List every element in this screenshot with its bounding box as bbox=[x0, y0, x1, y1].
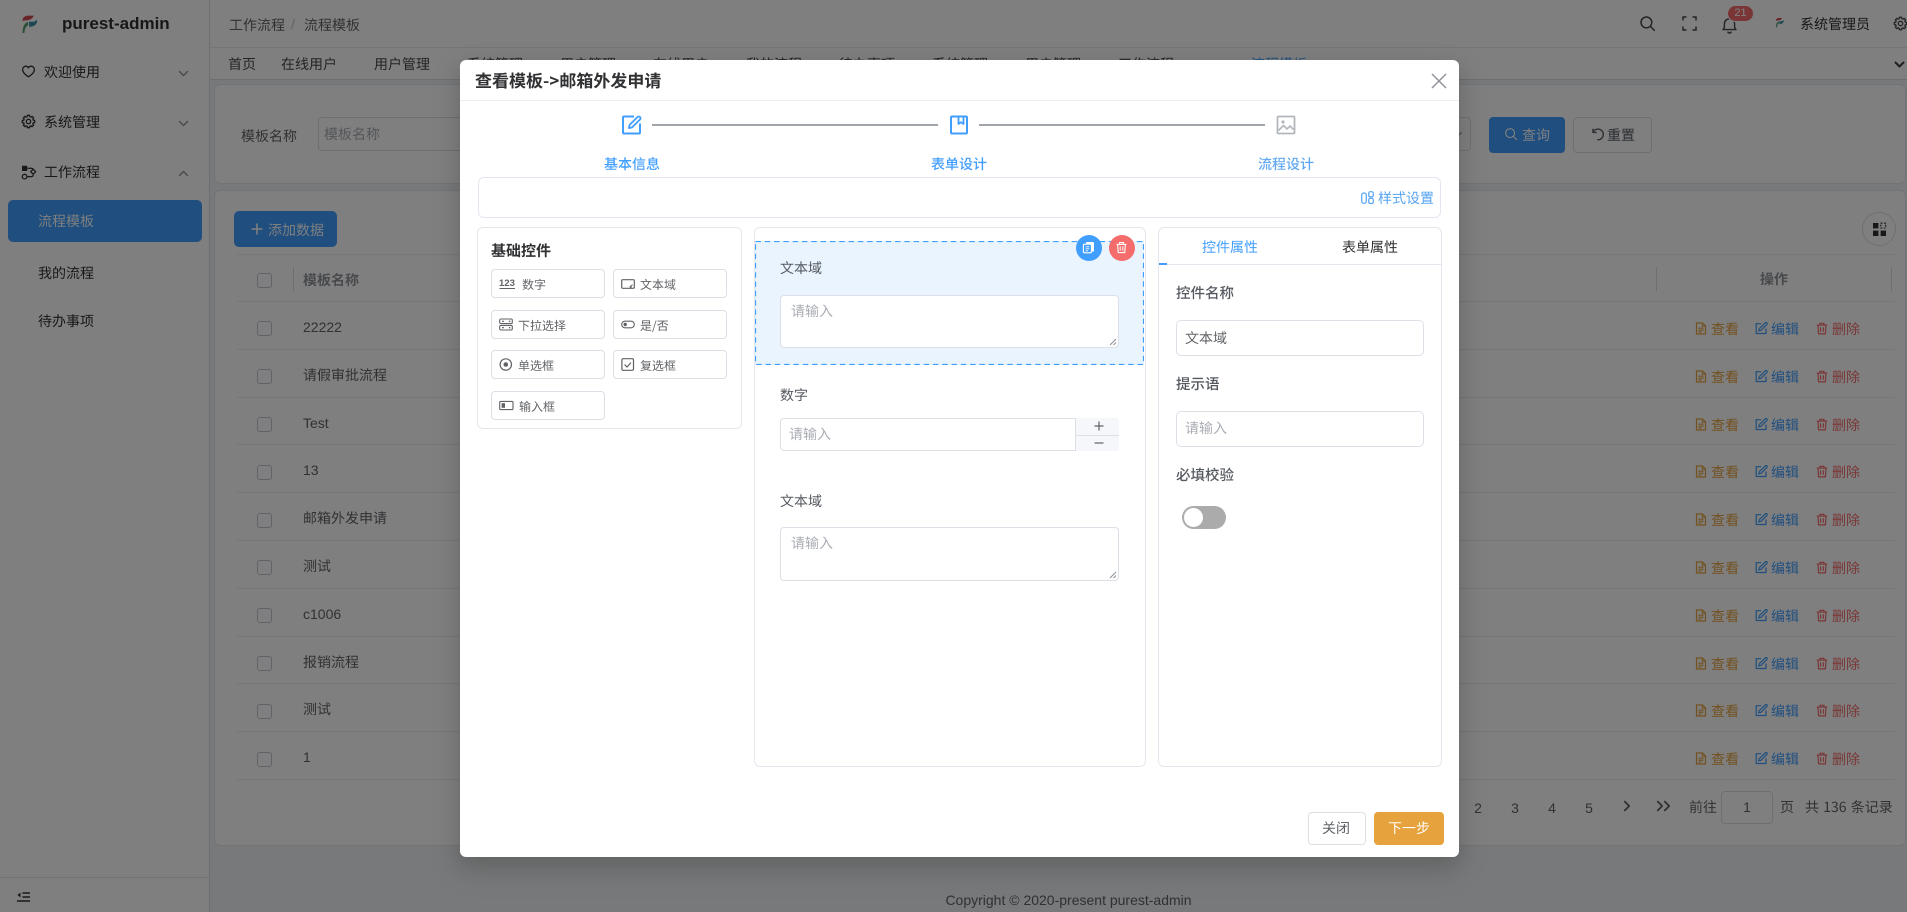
svg-text:123: 123 bbox=[499, 278, 515, 289]
